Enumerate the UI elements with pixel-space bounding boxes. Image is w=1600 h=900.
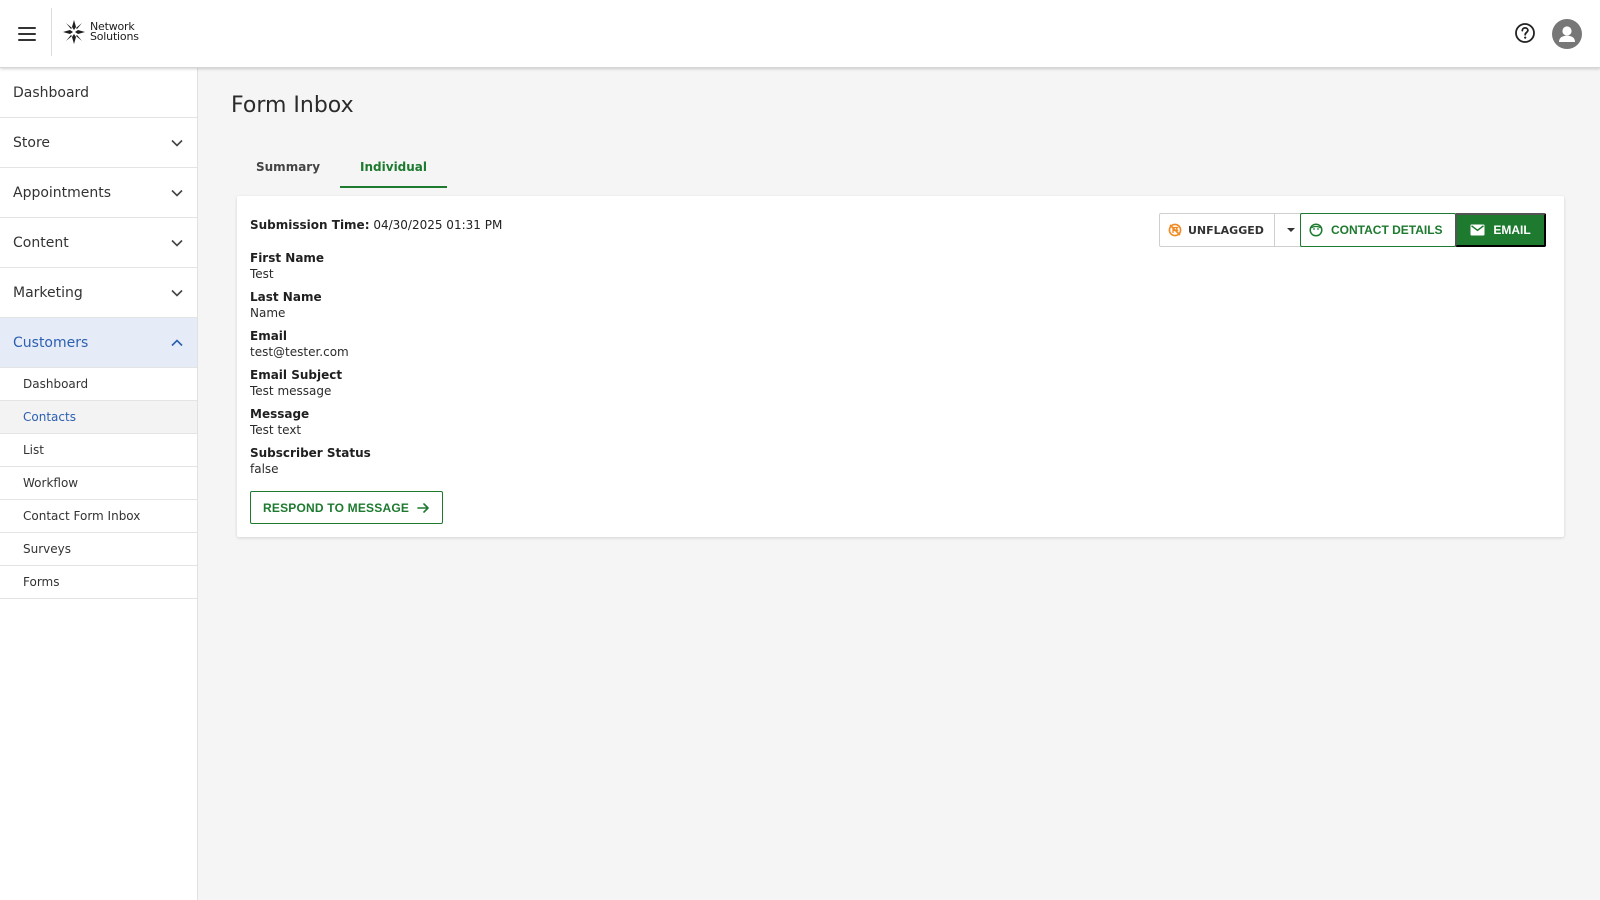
- user-avatar[interactable]: [1552, 19, 1582, 49]
- network-solutions-logo-icon: [63, 20, 85, 44]
- field-first-name: First Name Test: [250, 250, 371, 282]
- flag-off-icon: [1168, 223, 1182, 237]
- top-bar: Network Solutions: [0, 0, 1600, 68]
- top-divider: [51, 8, 52, 56]
- sidebar-item-label: Customers: [13, 334, 89, 351]
- email-button-label: EMAIL: [1493, 223, 1531, 237]
- field-email-subject: Email Subject Test message: [250, 367, 371, 399]
- submission-time-value: 04/30/2025 01:31 PM: [373, 218, 503, 232]
- page-title: Form Inbox: [231, 93, 354, 118]
- field-email: Email test@tester.com: [250, 328, 371, 360]
- submission-card: Submission Time: 04/30/2025 01:31 PM Fir…: [237, 196, 1564, 537]
- respond-to-message-button[interactable]: RESPOND TO MESSAGE: [250, 491, 444, 524]
- field-message: Message Test text: [250, 406, 371, 438]
- sidebar-item-label: Marketing: [13, 284, 83, 301]
- hamburger-menu-icon[interactable]: [14, 22, 40, 46]
- sidebar-subitem-surveys[interactable]: Surveys: [0, 533, 197, 566]
- tab-individual[interactable]: Individual: [340, 150, 448, 188]
- field-label: First Name: [250, 251, 325, 265]
- field-label: Email Subject: [250, 368, 343, 382]
- sidebar-item-appointments[interactable]: Appointments: [0, 168, 197, 218]
- chevron-down-icon: [171, 289, 183, 297]
- main-content: Form Inbox Summary Individual Submission…: [198, 68, 1600, 900]
- respond-button-label: RESPOND TO MESSAGE: [263, 500, 410, 515]
- sidebar-item-label: Appointments: [13, 184, 112, 201]
- brand-name-line2: Solutions: [90, 30, 139, 43]
- arrow-right-icon: [417, 502, 429, 513]
- sidebar-subitem-forms[interactable]: Forms: [0, 566, 197, 599]
- sidebar-subitem-contact-form-inbox[interactable]: Contact Form Inbox: [0, 500, 197, 533]
- sidebar-item-dashboard[interactable]: Dashboard: [0, 68, 197, 118]
- brand-logo[interactable]: Network Solutions: [62, 19, 139, 45]
- sidebar-item-label: Content: [13, 234, 69, 251]
- submission-time: Submission Time: 04/30/2025 01:31 PM: [250, 218, 502, 232]
- tab-summary[interactable]: Summary: [236, 150, 340, 188]
- sidebar-subitem-contacts[interactable]: Contacts: [0, 401, 197, 434]
- field-last-name: Last Name Name: [250, 289, 371, 321]
- chevron-up-icon: [171, 338, 183, 346]
- sidebar-subitem-dashboard[interactable]: Dashboard: [0, 368, 197, 401]
- field-value: test@tester.com: [250, 345, 349, 359]
- flag-status-label: UNFLAGGED: [1188, 223, 1264, 237]
- sidebar-item-content[interactable]: Content: [0, 218, 197, 268]
- sidebar-item-label: Dashboard: [13, 84, 89, 101]
- flag-status-button[interactable]: UNFLAGGED: [1160, 214, 1275, 246]
- chevron-down-icon: [171, 239, 183, 247]
- chevron-down-icon: [171, 189, 183, 197]
- field-value: false: [250, 462, 279, 476]
- mail-icon: [1470, 224, 1485, 236]
- help-icon[interactable]: [1514, 22, 1536, 44]
- sidebar-subitem-list[interactable]: List: [0, 434, 197, 467]
- contact-details-label: CONTACT DETAILS: [1331, 223, 1443, 237]
- sidebar-item-marketing[interactable]: Marketing: [0, 268, 197, 318]
- user-avatar-icon: [1559, 26, 1575, 42]
- contact-face-icon: [1309, 223, 1323, 237]
- tab-bar: Summary Individual: [236, 150, 448, 188]
- field-value: Test: [250, 267, 274, 281]
- sidebar-item-label: Store: [13, 134, 51, 151]
- submission-time-label: Submission Time:: [250, 218, 370, 232]
- sidebar: Dashboard Store Appointments Content Mar…: [0, 68, 198, 900]
- sidebar-item-customers[interactable]: Customers: [0, 318, 197, 368]
- sidebar-item-store[interactable]: Store: [0, 118, 197, 168]
- field-label: Email: [250, 329, 288, 343]
- field-label: Message: [250, 407, 310, 421]
- field-label: Subscriber Status: [250, 446, 371, 460]
- field-subscriber-status: Subscriber Status false: [250, 445, 371, 477]
- contact-details-button[interactable]: CONTACT DETAILS: [1300, 213, 1456, 247]
- field-value: Test message: [250, 384, 332, 398]
- caret-down-icon: [1286, 228, 1295, 232]
- field-label: Last Name: [250, 290, 322, 304]
- chevron-down-icon: [171, 139, 183, 147]
- email-button[interactable]: EMAIL: [1455, 213, 1546, 247]
- sidebar-subitem-workflow[interactable]: Workflow: [0, 467, 197, 500]
- field-value: Test text: [250, 423, 302, 437]
- submission-fields: First Name Test Last Name Name Email tes…: [250, 250, 371, 484]
- flag-status-control: UNFLAGGED: [1159, 213, 1308, 247]
- field-value: Name: [250, 306, 286, 320]
